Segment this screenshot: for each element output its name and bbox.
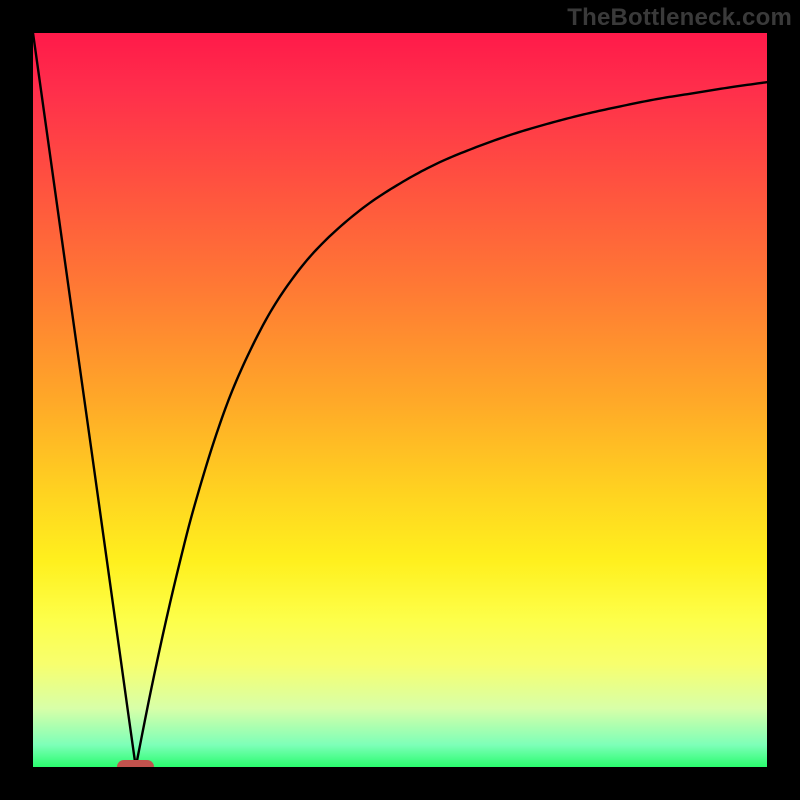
right-curve [136, 82, 767, 767]
watermark-text: TheBottleneck.com [567, 4, 792, 32]
minimum-marker [117, 760, 154, 767]
chart-frame: TheBottleneck.com [0, 0, 800, 800]
plot-area [33, 33, 767, 767]
curve-layer [33, 33, 767, 767]
left-curve [33, 33, 136, 767]
